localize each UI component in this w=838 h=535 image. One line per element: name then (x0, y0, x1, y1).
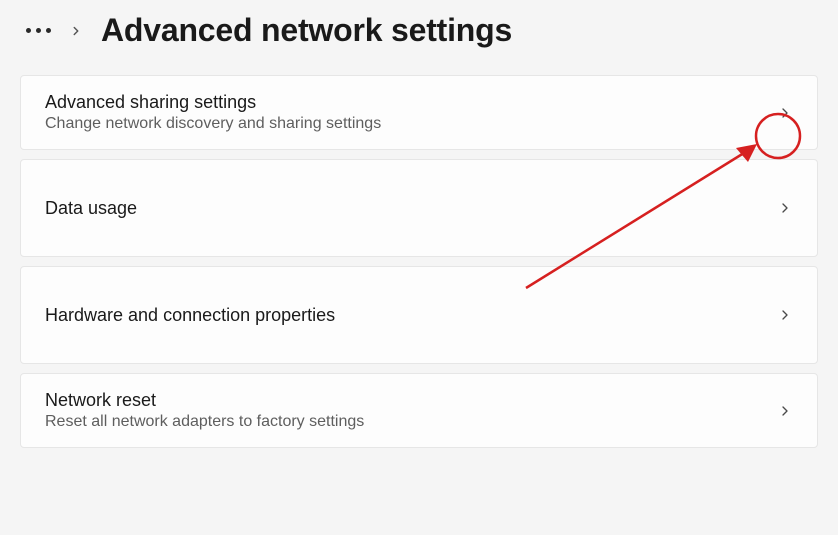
settings-list: Advanced sharing settings Change network… (0, 57, 838, 448)
advanced-sharing-settings-item[interactable]: Advanced sharing settings Change network… (20, 75, 818, 150)
card-text: Hardware and connection properties (45, 305, 335, 326)
chevron-right-icon (777, 200, 793, 216)
card-text: Network reset Reset all network adapters… (45, 390, 364, 431)
card-title: Advanced sharing settings (45, 92, 381, 113)
chevron-right-icon (777, 403, 793, 419)
page-title: Advanced network settings (101, 12, 512, 49)
hardware-connection-properties-item[interactable]: Hardware and connection properties (20, 266, 818, 364)
chevron-right-icon (777, 105, 793, 121)
card-subtitle: Change network discovery and sharing set… (45, 115, 381, 133)
card-text: Data usage (45, 198, 137, 219)
card-subtitle: Reset all network adapters to factory se… (45, 413, 364, 431)
card-title: Network reset (45, 390, 364, 411)
network-reset-item[interactable]: Network reset Reset all network adapters… (20, 373, 818, 448)
card-title: Hardware and connection properties (45, 305, 335, 326)
chevron-right-icon (69, 24, 83, 38)
breadcrumb: Advanced network settings (0, 0, 838, 57)
card-text: Advanced sharing settings Change network… (45, 92, 381, 133)
data-usage-item[interactable]: Data usage (20, 159, 818, 257)
card-title: Data usage (45, 198, 137, 219)
chevron-right-icon (777, 307, 793, 323)
more-icon[interactable] (26, 28, 51, 33)
